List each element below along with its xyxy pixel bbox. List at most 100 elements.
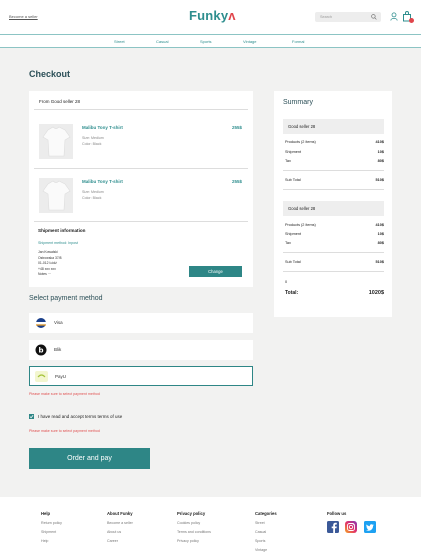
summary-row-value: 80$ xyxy=(377,159,384,163)
blik-icon: b xyxy=(35,344,47,356)
terms-label[interactable]: I have read and accept terms terms of us… xyxy=(38,414,122,419)
product-price: 255$ xyxy=(232,125,243,130)
subtotal-label: Sub Total xyxy=(285,178,301,182)
total-value: 1020$ xyxy=(368,290,384,296)
search-icon[interactable] xyxy=(371,14,377,20)
summary-row-label: Products (2 items) xyxy=(285,140,316,144)
payment-option-visa[interactable]: Visa xyxy=(29,313,253,333)
footer-col-title: Help xyxy=(41,511,51,516)
divider xyxy=(34,168,248,169)
shipment-title: Shipment information xyxy=(38,228,86,233)
twitter-icon[interactable] xyxy=(364,521,376,533)
footer-link[interactable]: Privacy policy xyxy=(177,537,211,546)
footer-link[interactable]: Terms and conditions xyxy=(177,528,211,537)
divider xyxy=(34,109,248,110)
nav-formal[interactable]: Formal xyxy=(292,39,304,44)
subtotal-label: Sub Total xyxy=(285,260,301,264)
payment-option-blik[interactable]: b Blik xyxy=(29,340,253,360)
facebook-icon[interactable] xyxy=(327,521,339,533)
product-color: Color: Black xyxy=(82,196,102,200)
summary-seller-name: Good seller 28 xyxy=(288,206,316,211)
nav-vintage[interactable]: Vintage xyxy=(243,39,257,44)
footer-link[interactable]: Shipment xyxy=(41,528,62,537)
footer-link[interactable]: Return policy xyxy=(41,519,62,528)
search-input[interactable]: Search xyxy=(315,12,381,22)
tshirt-icon xyxy=(42,180,71,211)
footer-col-title: Privacy policy xyxy=(177,511,206,516)
payment-label: Blik xyxy=(54,347,62,352)
order-and-pay-button[interactable]: Order and pay xyxy=(29,448,150,469)
product-name[interactable]: Malibu Tony T-shirt xyxy=(82,125,123,130)
summary-row-label: Shipment xyxy=(285,150,302,154)
footer-link[interactable]: Casual xyxy=(255,528,267,537)
summary-row-label: Products (2 items) xyxy=(285,223,316,227)
footer-link[interactable]: Street xyxy=(255,519,267,528)
payment-error: Please make sure to select payment metho… xyxy=(29,392,100,396)
subtotal-value: 510$ xyxy=(375,260,384,264)
product-name[interactable]: Malibu Tony T-shirt xyxy=(82,179,123,184)
footer-links: Street Casual Sports Vintage xyxy=(255,519,267,555)
payu-icon xyxy=(35,371,48,382)
payment-label: PayU xyxy=(55,374,67,379)
footer-links: Cookies policy Terms and conditions Priv… xyxy=(177,519,211,546)
product-image[interactable] xyxy=(39,124,73,159)
footer-link[interactable]: Career xyxy=(107,537,133,546)
footer-link[interactable]: Cookies policy xyxy=(177,519,211,528)
footer-link[interactable]: Become a seller xyxy=(107,519,133,528)
product-color: Color: Black xyxy=(82,142,102,146)
footer-link[interactable]: Help xyxy=(41,537,62,546)
payment-title: Select payment method xyxy=(29,295,103,302)
summary-row-value: 10$ xyxy=(377,150,384,154)
footer-link[interactable]: About us xyxy=(107,528,133,537)
terms-error: Please make sure to select payment metho… xyxy=(29,429,100,433)
logo-text: Funky xyxy=(189,8,229,23)
product-image[interactable] xyxy=(39,178,73,213)
divider xyxy=(283,170,384,171)
footer-col-title: Follow us xyxy=(327,511,347,516)
product-price: 255$ xyxy=(232,179,243,184)
change-button[interactable]: Change xyxy=(189,266,242,277)
footer-links: Become a seller About us Career xyxy=(107,519,133,546)
category-nav: Street Casual Sports Vintage Formal xyxy=(0,34,421,48)
shipment-method: Shipment method: Inpost xyxy=(38,241,78,245)
summary-seller-name: Good seller 28 xyxy=(288,124,316,129)
total-label: Total: xyxy=(285,290,299,296)
nav-street[interactable]: Street xyxy=(114,39,125,44)
tshirt-icon xyxy=(42,126,71,157)
cart-badge xyxy=(409,18,414,23)
user-icon[interactable] xyxy=(390,12,398,21)
payment-option-payu[interactable]: PayU xyxy=(29,366,253,386)
footer-link[interactable]: Vintage xyxy=(255,546,267,555)
summary-row-label: Tax xyxy=(285,159,291,163)
footer-links: Return policy Shipment Help xyxy=(41,519,62,546)
instagram-icon[interactable] xyxy=(345,521,357,533)
summary-card: Summary Good seller 28 Products (2 items… xyxy=(274,91,392,317)
check-icon xyxy=(29,415,34,419)
logo[interactable]: Funkyʌ xyxy=(189,8,236,23)
summary-row-label: Tax xyxy=(285,241,291,245)
nav-casual[interactable]: Casual xyxy=(156,39,168,44)
search-placeholder: Search xyxy=(320,15,333,19)
header: Become a seller Funkyʌ Search xyxy=(0,0,421,34)
footer-col-title: Categories xyxy=(255,511,277,516)
footer-link[interactable]: Sports xyxy=(255,537,267,546)
address-line: Notes ··· xyxy=(38,272,52,277)
svg-text:b: b xyxy=(38,347,43,355)
summary-row-value: 10$ xyxy=(377,232,384,236)
nav-sports[interactable]: Sports xyxy=(200,39,212,44)
order-card: From Good seller 28 Malibu Tony T-shirt … xyxy=(29,91,253,287)
summary-title: Summary xyxy=(283,99,313,106)
logo-accent: ʌ xyxy=(228,8,236,23)
terms-checkbox[interactable] xyxy=(29,414,34,419)
divider xyxy=(283,189,384,190)
summary-row-value: 410$ xyxy=(375,140,384,144)
subtotal-value: 510$ xyxy=(375,178,384,182)
become-seller-link[interactable]: Become a seller xyxy=(9,14,38,19)
shipment-address: Jan Kowalski Ostrowska 37/8 01-012 Łódź … xyxy=(38,250,62,278)
payment-label: Visa xyxy=(54,320,63,325)
summary-row-value: 410$ xyxy=(375,223,384,227)
summary-seller: Good seller 28 xyxy=(283,119,384,134)
summary-row-label: Shipment xyxy=(285,232,302,236)
order-seller: From Good seller 28 xyxy=(39,99,81,104)
divider xyxy=(34,221,248,222)
